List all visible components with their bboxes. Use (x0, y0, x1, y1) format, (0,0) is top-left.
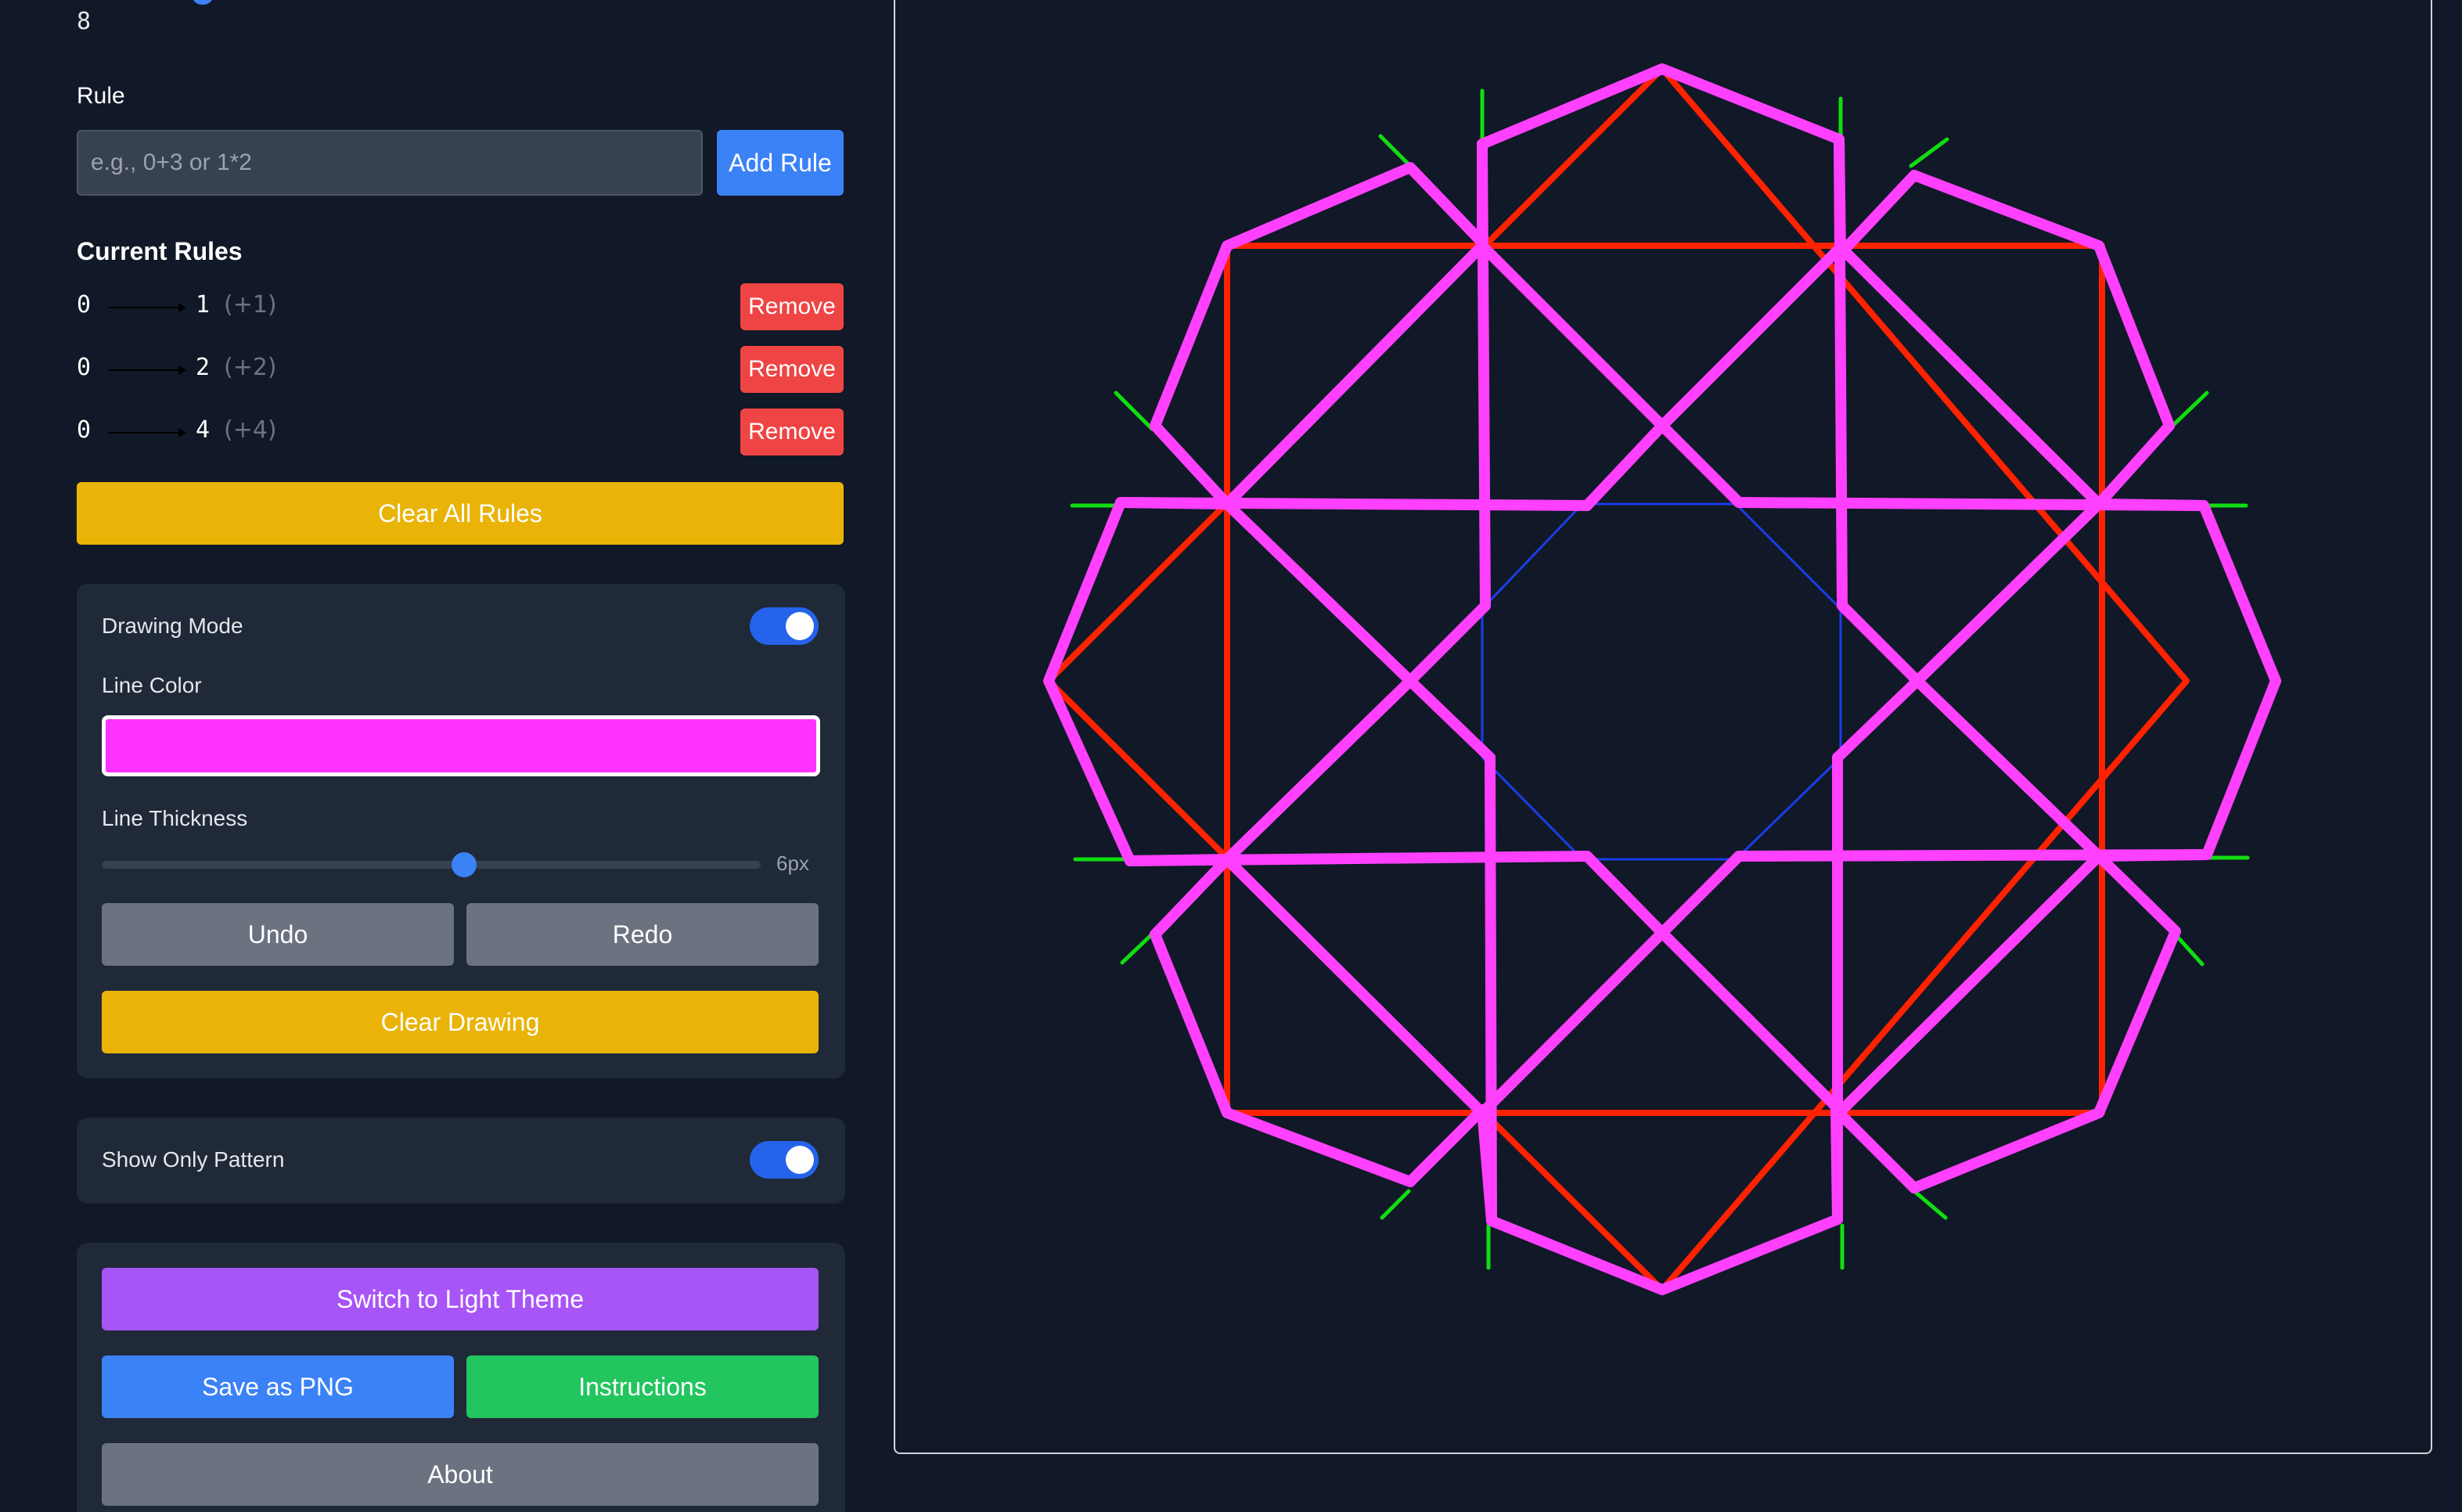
drawn-link-left-bottom (1405, 675, 1496, 763)
show-pattern-panel: Show Only Pattern (77, 1118, 845, 1204)
show-only-pattern-label: Show Only Pattern (102, 1147, 285, 1172)
line-color-label: Line Color (102, 673, 202, 697)
line-thickness-value: 6px (776, 851, 809, 875)
instructions-button[interactable]: Instructions (466, 1355, 819, 1418)
remove-rule-button[interactable]: Remove (740, 283, 844, 330)
inner-octagon (1481, 502, 1842, 861)
long-right-arrow-icon (108, 303, 186, 312)
switch-theme-button[interactable]: Switch to Light Theme (102, 1268, 819, 1330)
current-rules-title: Current Rules (77, 237, 243, 265)
rule-delta: (+1) (224, 291, 277, 319)
remove-rule-button[interactable]: Remove (740, 346, 844, 393)
line-thickness-slider[interactable] (102, 852, 761, 877)
rule-from: 0 (77, 291, 92, 319)
app-root: 8 Rule Add Rule Current Rules 0 1 (+1) Remo… (0, 0, 2462, 1512)
drawn-knot-bottom (1582, 851, 1744, 938)
drawn-knot-top (1582, 420, 1744, 511)
undo-button[interactable]: Undo (102, 903, 454, 966)
drawn-link-left-top (1405, 600, 1491, 686)
clear-drawing-button[interactable]: Clear Drawing (102, 991, 819, 1053)
sides-slider-thumb[interactable] (193, 0, 213, 5)
radial-tick (1114, 391, 1154, 431)
pattern-canvas[interactable] (894, 0, 2432, 1454)
drawn-band-top-left (1115, 497, 1593, 511)
toggle-knob (786, 612, 814, 640)
drawing-mode-label: Drawing Mode (102, 614, 243, 638)
drawn-vert-right-top (1834, 134, 1848, 611)
sides-value: 8 (77, 8, 92, 35)
rule-delta: (+4) (224, 416, 277, 444)
rule-from: 0 (77, 354, 92, 381)
rule-input[interactable] (77, 130, 703, 196)
control-sidebar: 8 Rule Add Rule Current Rules 0 1 (+1) Remo… (0, 0, 892, 1512)
drawing-panel: Drawing Mode Line Color Line Thickness 6… (77, 584, 845, 1078)
radial-tick (1912, 1189, 1948, 1220)
toggle-knob (786, 1146, 814, 1174)
save-png-button[interactable]: Save as PNG (102, 1355, 454, 1418)
about-button[interactable]: About (102, 1443, 819, 1506)
radial-tick (1378, 134, 1413, 168)
line-thickness-thumb[interactable] (452, 852, 477, 877)
drawn-band-bottom-right (1733, 849, 2212, 862)
pattern-drawing[interactable] (895, 0, 2434, 1454)
drawn-diag-top (1222, 240, 2104, 509)
actions-panel: Switch to Light Theme Save as PNG Instru… (77, 1243, 845, 1512)
drawn-band-top-right (1733, 497, 2209, 511)
drawn-band-bottom-left (1125, 851, 1593, 866)
drawn-diag-left (1222, 499, 1416, 865)
redo-button[interactable]: Redo (466, 903, 819, 966)
drawn-vert-left-bottom (1485, 752, 1497, 1226)
long-right-arrow-icon (108, 428, 186, 437)
drawn-link-right-top (1837, 600, 1923, 686)
add-rule-button[interactable]: Add Rule (717, 130, 844, 196)
drawn-outline (1043, 63, 2281, 1295)
rule-row: 0 1 (+1) Remove (77, 283, 844, 330)
rule-delta: (+2) (224, 354, 277, 381)
drawn-diag-bottom (1222, 851, 2104, 1118)
radial-tick (1909, 137, 1949, 168)
line-color-picker[interactable] (102, 715, 820, 776)
drawing-mode-toggle[interactable] (750, 607, 819, 645)
rule-to: 1 (196, 291, 211, 319)
rule-row: 0 4 (+4) Remove (77, 409, 844, 455)
long-right-arrow-icon (108, 365, 186, 375)
drawn-vert-left-top (1477, 139, 1491, 611)
rule-to: 4 (196, 416, 211, 444)
rule-row: 0 2 (+2) Remove (77, 346, 844, 393)
drawn-link-right-bottom (1832, 675, 1923, 763)
rule-from: 0 (77, 416, 92, 444)
line-thickness-label: Line Thickness (102, 806, 248, 830)
drawn-diag-right (1912, 499, 2104, 862)
show-only-pattern-toggle[interactable] (750, 1141, 819, 1179)
rule-to: 2 (196, 354, 211, 381)
rule-label: Rule (77, 83, 125, 109)
radial-tick (1380, 1189, 1411, 1220)
radial-tick (2167, 391, 2209, 431)
remove-rule-button[interactable]: Remove (740, 409, 844, 455)
clear-all-rules-button[interactable]: Clear All Rules (77, 482, 844, 545)
